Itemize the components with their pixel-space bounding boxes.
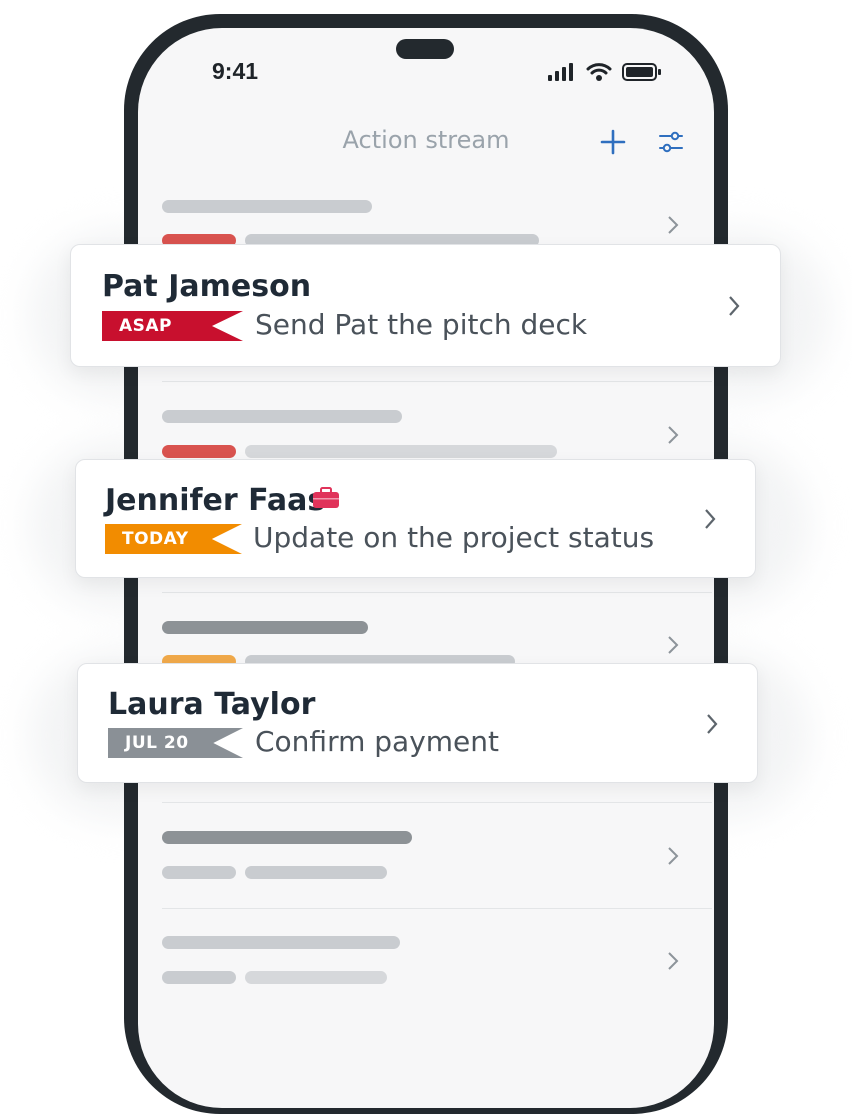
action-card-jennifer-faas[interactable]: Jennifer Faas TODAY Update on the projec…	[75, 459, 756, 578]
placeholder-task	[245, 971, 387, 984]
row-divider	[162, 802, 712, 803]
page-title: Action stream	[342, 126, 510, 154]
sliders-icon	[659, 131, 683, 153]
placeholder-name	[162, 410, 402, 423]
wifi-icon	[586, 63, 612, 81]
chevron-right-icon[interactable]	[666, 214, 680, 236]
task-text: Update on the project status	[253, 521, 655, 554]
chevron-right-icon	[707, 714, 718, 734]
filter-button[interactable]	[655, 126, 687, 158]
placeholder-task	[245, 866, 387, 879]
placeholder-name	[162, 200, 372, 213]
placeholder-task	[245, 445, 557, 458]
chevron-right-icon	[729, 296, 740, 316]
contact-name: Laura Taylor	[108, 687, 316, 722]
priority-tag-asap: ASAP	[102, 311, 243, 341]
action-card-pat-jameson[interactable]: Pat Jameson ASAP Send Pat the pitch deck	[70, 244, 781, 367]
chevron-right-icon	[705, 509, 716, 529]
placeholder-tag	[162, 971, 236, 984]
tag-label: ASAP	[119, 316, 173, 336]
priority-tag-today: TODAY	[105, 524, 242, 554]
due-date-tag: JUL 20	[108, 728, 243, 758]
plus-icon	[600, 129, 626, 155]
action-card-laura-taylor[interactable]: Laura Taylor JUL 20 Confirm payment	[77, 663, 758, 783]
placeholder-name	[162, 831, 412, 844]
battery-icon	[622, 63, 661, 81]
task-text: Confirm payment	[255, 725, 499, 758]
contact-name: Jennifer Faas	[105, 483, 326, 518]
briefcase-icon	[313, 487, 339, 508]
chevron-right-icon[interactable]	[666, 950, 680, 972]
tag-label: JUL 20	[125, 733, 189, 753]
placeholder-tag	[162, 445, 236, 458]
phone-notch	[396, 39, 454, 59]
row-divider	[162, 592, 712, 593]
chevron-right-icon[interactable]	[666, 845, 680, 867]
chevron-right-icon[interactable]	[666, 424, 680, 446]
row-divider	[162, 908, 712, 909]
tag-label: TODAY	[122, 529, 189, 549]
signal-icon	[548, 63, 573, 81]
placeholder-name	[162, 936, 400, 949]
placeholder-name	[162, 621, 368, 634]
contact-name: Pat Jameson	[102, 269, 312, 304]
row-divider	[162, 381, 712, 382]
status-time: 9:41	[212, 58, 259, 84]
placeholder-tag	[162, 866, 236, 879]
add-button[interactable]	[597, 126, 629, 158]
status-icons	[548, 62, 662, 82]
task-text: Send Pat the pitch deck	[255, 308, 588, 341]
chevron-right-icon[interactable]	[666, 634, 680, 656]
